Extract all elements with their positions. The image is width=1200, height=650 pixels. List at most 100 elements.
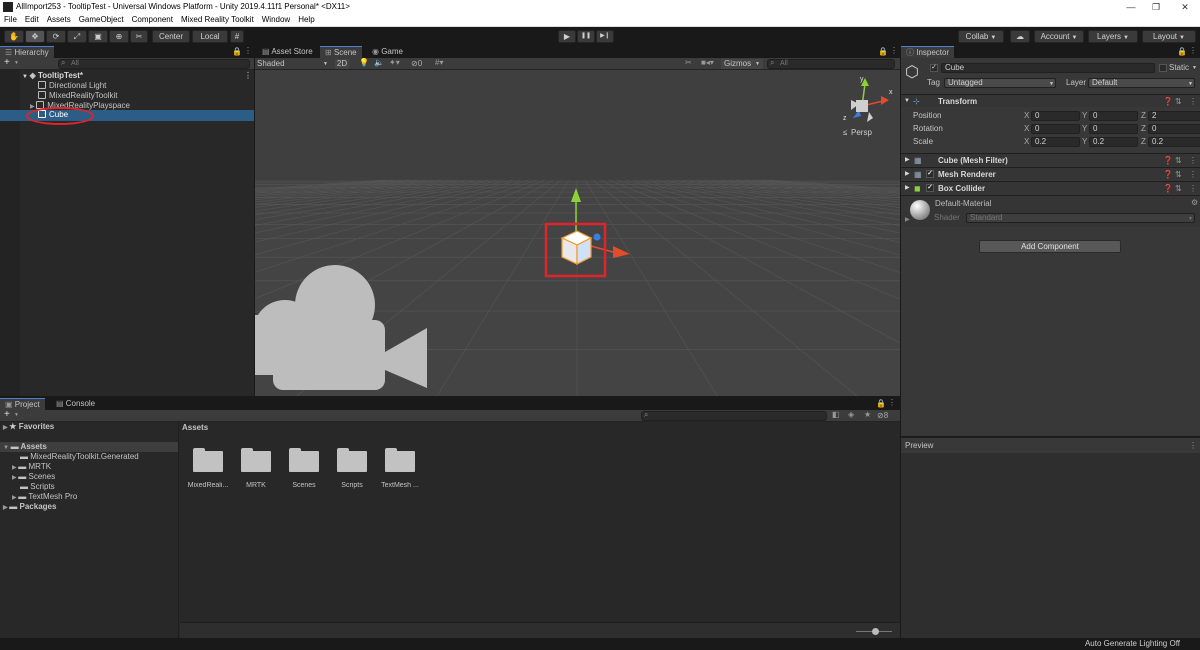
menu-mixed-reality-toolkit[interactable]: Mixed Reality Toolkit bbox=[177, 14, 258, 25]
tree-item-scenes[interactable]: ▶ ▬ Scenes bbox=[0, 472, 178, 482]
box-collider-enabled-checkbox[interactable]: ✓ bbox=[926, 184, 934, 192]
add-object-button[interactable]: + bbox=[4, 57, 10, 68]
panel-menu-icon[interactable]: ⋮ bbox=[244, 46, 252, 55]
tree-item-scripts[interactable]: ▬ Scripts bbox=[0, 482, 178, 492]
tab-inspector[interactable]: ⓘ Inspector bbox=[901, 46, 955, 58]
lock-icon[interactable]: 🔒 bbox=[876, 399, 886, 408]
static-checkbox[interactable] bbox=[1159, 64, 1167, 72]
mesh-renderer-component-header[interactable]: ▶ ▦ ✓ Mesh Renderer ❓ ⇅ ⋮ bbox=[901, 167, 1200, 180]
grid-toggle-icon[interactable]: #▾ bbox=[435, 58, 443, 67]
menu-gameobject[interactable]: GameObject bbox=[75, 14, 128, 25]
menu-assets[interactable]: Assets bbox=[43, 14, 75, 25]
position-z-field[interactable]: 2 bbox=[1148, 111, 1200, 121]
collab-dropdown[interactable]: Collab ▼ bbox=[958, 30, 1004, 43]
transform-tool-icon[interactable]: ⊕ bbox=[109, 30, 129, 43]
position-x-field[interactable]: 0 bbox=[1031, 111, 1080, 121]
camera-settings-icon[interactable]: ■◂▾ bbox=[701, 58, 714, 67]
component-menu-icon[interactable]: ⋮ bbox=[1189, 182, 1197, 195]
favorites-row[interactable]: ▶ ★ Favorites bbox=[0, 422, 178, 432]
restore-button[interactable]: ❐ bbox=[1149, 1, 1163, 13]
move-tool-icon[interactable]: ✥ bbox=[25, 30, 45, 43]
assets-root-row[interactable]: ▼ ▬ Assets bbox=[0, 442, 178, 452]
preset-icon[interactable]: ⇅ bbox=[1175, 154, 1182, 167]
layer-dropdown[interactable]: Default ▼ bbox=[1088, 78, 1195, 88]
scale-x-field[interactable]: 0.2 bbox=[1031, 137, 1080, 147]
account-dropdown[interactable]: Account ▼ bbox=[1034, 30, 1084, 43]
tab-asset-store[interactable]: ▤ Asset Store bbox=[257, 46, 318, 58]
component-menu-icon[interactable]: ⋮ bbox=[1189, 168, 1197, 181]
scene-root-row[interactable]: ▼ ◈ TooltipTest* ⋮ bbox=[0, 71, 254, 81]
pivot-center-toggle[interactable]: Center bbox=[152, 30, 190, 43]
help-icon[interactable]: ❓ bbox=[1163, 182, 1173, 195]
scale-tool-icon[interactable]: ⤢ bbox=[67, 30, 87, 43]
active-checkbox[interactable]: ✓ bbox=[930, 64, 938, 72]
panel-menu-icon[interactable]: ⋮ bbox=[1189, 46, 1197, 55]
preview-header[interactable]: Preview ⋮ bbox=[901, 438, 1200, 453]
preset-icon[interactable]: ⇅ bbox=[1175, 182, 1182, 195]
project-search-input[interactable] bbox=[641, 411, 827, 421]
minimize-button[interactable]: — bbox=[1124, 1, 1138, 13]
hierarchy-item-directional-light[interactable]: Directional Light bbox=[0, 81, 254, 91]
pivot-space-toggle[interactable]: Local bbox=[192, 30, 228, 43]
favorite-star-icon[interactable]: ★ bbox=[864, 410, 871, 419]
rotate-tool-icon[interactable]: ⟳ bbox=[46, 30, 66, 43]
lock-icon[interactable]: 🔒 bbox=[1177, 47, 1187, 56]
scene-menu-icon[interactable]: ⋮ bbox=[244, 71, 252, 81]
tree-item-textmesh-pro[interactable]: ▶ ▬ TextMesh Pro bbox=[0, 492, 178, 502]
tree-item-mixedrealitytoolkit-generated[interactable]: ▬ MixedRealityToolkit.Generated bbox=[0, 452, 178, 462]
tab-game[interactable]: ◉ Game bbox=[367, 46, 408, 58]
tools-icon[interactable]: ✂ bbox=[685, 58, 692, 67]
scene-canvas[interactable]: y x z Persp ≤ bbox=[255, 70, 900, 396]
menu-edit[interactable]: Edit bbox=[21, 14, 43, 25]
lighting-toggle-icon[interactable]: 💡 bbox=[359, 58, 369, 67]
box-collider-component-header[interactable]: ▶ ◼ ✓ Box Collider ❓ ⇅ ⋮ bbox=[901, 181, 1200, 194]
component-menu-icon[interactable]: ⋮ bbox=[1189, 95, 1197, 108]
create-asset-button[interactable]: + bbox=[4, 409, 10, 420]
layers-dropdown[interactable]: Layers ▼ bbox=[1088, 30, 1138, 43]
layout-dropdown[interactable]: Layout ▼ bbox=[1142, 30, 1196, 43]
play-button[interactable]: ▶ bbox=[558, 30, 576, 43]
panel-menu-icon[interactable]: ⋮ bbox=[888, 398, 896, 407]
transform-component-header[interactable]: ▼ ⊹ Transform ❓ ⇅ ⋮ bbox=[901, 94, 1200, 107]
scene-viewport[interactable]: y x z Persp ≤ bbox=[255, 70, 900, 396]
rotation-x-field[interactable]: 0 bbox=[1031, 124, 1080, 134]
lock-icon[interactable]: 🔒 bbox=[232, 47, 242, 56]
add-component-button[interactable]: Add Component bbox=[979, 240, 1121, 253]
rect-tool-icon[interactable]: ▣ bbox=[88, 30, 108, 43]
search-by-label-icon[interactable]: ◈ bbox=[848, 410, 854, 419]
rotation-z-field[interactable]: 0 bbox=[1148, 124, 1200, 134]
hand-tool-icon[interactable]: ✋ bbox=[4, 30, 24, 43]
help-icon[interactable]: ❓ bbox=[1163, 95, 1173, 108]
preview-menu-icon[interactable]: ⋮ bbox=[1189, 441, 1197, 450]
menu-file[interactable]: File bbox=[0, 14, 21, 25]
step-button[interactable]: ▶❙ bbox=[596, 30, 614, 43]
hidden-objects-toggle[interactable]: ⊘0 bbox=[411, 58, 422, 69]
hidden-packages-toggle[interactable]: ⊘8 bbox=[877, 410, 888, 421]
custom-tool-icon[interactable]: ✂ bbox=[130, 30, 148, 43]
material-settings-icon[interactable]: ⚙ bbox=[1191, 198, 1198, 207]
menu-component[interactable]: Component bbox=[128, 14, 177, 25]
cloud-icon[interactable]: ☁ bbox=[1010, 30, 1030, 43]
material-section[interactable]: Default-Material Shader Standard ▼ ⚙ ▶ bbox=[901, 195, 1200, 227]
preset-icon[interactable]: ⇅ bbox=[1175, 95, 1182, 108]
lock-icon[interactable]: 🔒 bbox=[878, 47, 888, 56]
zoom-slider-handle[interactable] bbox=[872, 628, 879, 635]
effects-toggle-icon[interactable]: ✦▾ bbox=[389, 58, 400, 67]
pause-button[interactable]: ❚❚ bbox=[577, 30, 595, 43]
menu-window[interactable]: Window bbox=[258, 14, 294, 25]
component-menu-icon[interactable]: ⋮ bbox=[1189, 154, 1197, 167]
object-name-field[interactable]: Cube bbox=[941, 63, 1155, 73]
mesh-filter-component-header[interactable]: ▶ ▦ Cube (Mesh Filter) ❓ ⇅ ⋮ bbox=[901, 153, 1200, 166]
rotation-y-field[interactable]: 0 bbox=[1089, 124, 1138, 134]
menu-help[interactable]: Help bbox=[294, 14, 318, 25]
hierarchy-item-mixedrealitytoolkit[interactable]: MixedRealityToolkit bbox=[0, 91, 254, 101]
preset-icon[interactable]: ⇅ bbox=[1175, 168, 1182, 181]
tree-item-mrtk[interactable]: ▶ ▬ MRTK bbox=[0, 462, 178, 472]
scale-z-field[interactable]: 0.2 bbox=[1148, 137, 1200, 147]
shader-dropdown[interactable]: Standard ▼ bbox=[966, 213, 1195, 223]
panel-menu-icon[interactable]: ⋮ bbox=[890, 46, 898, 55]
packages-row[interactable]: ▶ ▬ Packages bbox=[0, 502, 178, 512]
help-icon[interactable]: ❓ bbox=[1163, 168, 1173, 181]
tag-dropdown[interactable]: Untagged ▼ bbox=[944, 78, 1056, 88]
audio-toggle-icon[interactable]: 🔈 bbox=[374, 58, 384, 67]
